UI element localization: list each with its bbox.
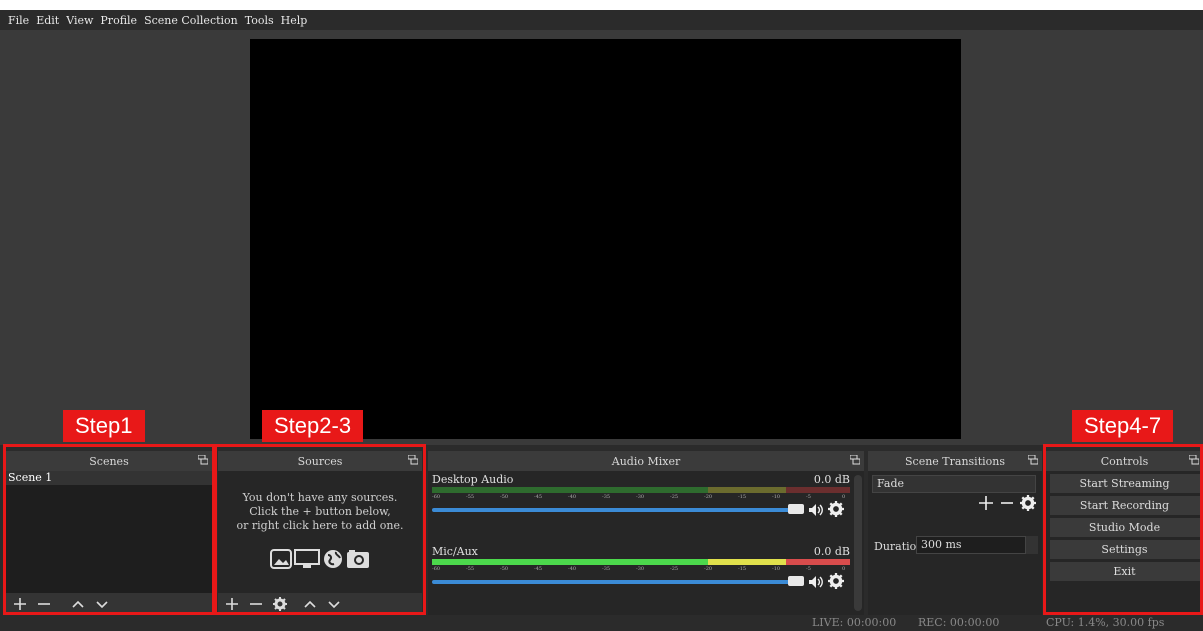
mixer-scrollbar[interactable] bbox=[854, 475, 862, 611]
scale-tick: -10 bbox=[772, 494, 781, 500]
menu-profile[interactable]: Profile bbox=[100, 14, 137, 27]
scale-tick: -15 bbox=[738, 566, 747, 572]
scale-tick: -35 bbox=[602, 566, 611, 572]
transitions-title: Scene Transitions bbox=[868, 451, 1042, 471]
channel-name: Mic/Aux bbox=[432, 545, 478, 558]
undock-icon[interactable] bbox=[850, 455, 860, 465]
transitions-title-text: Scene Transitions bbox=[905, 454, 1005, 468]
scale-tick: -55 bbox=[466, 494, 475, 500]
gear-icon[interactable] bbox=[828, 501, 844, 517]
volume-meter bbox=[432, 487, 850, 493]
scale-tick: -30 bbox=[636, 566, 645, 572]
menu-file[interactable]: File bbox=[8, 14, 29, 27]
channel-name: Desktop Audio bbox=[432, 473, 514, 486]
undock-icon[interactable] bbox=[1028, 455, 1038, 465]
scale-tick: -50 bbox=[500, 566, 509, 572]
meter-scale: -60 -55 -50 -45 -40 -35 -30 -25 -20 -15 … bbox=[432, 566, 850, 574]
mixer-body: Desktop Audio 0.0 dB -60 -55 -50 -45 -40… bbox=[428, 471, 864, 615]
volume-fader-handle[interactable] bbox=[788, 504, 804, 514]
menu-edit[interactable]: Edit bbox=[36, 14, 59, 27]
scale-tick: -5 bbox=[806, 494, 811, 500]
scale-tick: -20 bbox=[704, 566, 713, 572]
mixer-title-text: Audio Mixer bbox=[611, 454, 681, 468]
preview-area bbox=[0, 30, 1203, 445]
scale-tick: -50 bbox=[500, 494, 509, 500]
gear-icon[interactable] bbox=[828, 573, 844, 589]
audio-mixer-dock: Audio Mixer Desktop Audio 0.0 dB -60 -55… bbox=[428, 451, 864, 615]
step4-highlight bbox=[1043, 444, 1203, 615]
step2-highlight bbox=[214, 444, 426, 615]
step1-label: Step1 bbox=[63, 410, 145, 442]
rec-status: REC: 00:00:00 bbox=[918, 616, 1000, 629]
scale-tick: -60 bbox=[432, 566, 441, 572]
menu-scene-collection[interactable]: Scene Collection bbox=[144, 14, 238, 27]
menu-bar: File Edit View Profile Scene Collection … bbox=[0, 10, 1203, 30]
duration-spinner[interactable] bbox=[1026, 536, 1038, 554]
channel-db: 0.0 dB bbox=[813, 473, 850, 486]
scale-tick: -25 bbox=[670, 494, 679, 500]
volume-fader-handle[interactable] bbox=[788, 576, 804, 586]
scale-tick: -5 bbox=[806, 566, 811, 572]
scale-tick: -40 bbox=[568, 566, 577, 572]
remove-icon[interactable] bbox=[1000, 495, 1014, 511]
volume-fader-track[interactable] bbox=[432, 580, 792, 584]
scale-tick: -40 bbox=[568, 494, 577, 500]
volume-meter bbox=[432, 559, 850, 565]
scale-tick: 0 bbox=[842, 494, 846, 500]
scale-tick: -30 bbox=[636, 494, 645, 500]
scale-tick: -10 bbox=[772, 566, 781, 572]
mixer-channel-desktop: Desktop Audio 0.0 dB -60 -55 -50 -45 -40… bbox=[432, 473, 852, 533]
step2-label: Step2-3 bbox=[262, 410, 364, 442]
transition-actions bbox=[978, 495, 1036, 511]
status-bar: LIVE: 00:00:00 REC: 00:00:00 CPU: 1.4%, … bbox=[0, 616, 1203, 631]
scale-tick: 0 bbox=[842, 566, 846, 572]
scale-tick: -45 bbox=[534, 494, 543, 500]
scale-tick: -55 bbox=[466, 566, 475, 572]
menu-tools[interactable]: Tools bbox=[245, 14, 274, 27]
meter-scale: -60 -55 -50 -45 -40 -35 -30 -25 -20 -15 … bbox=[432, 494, 850, 502]
scale-tick: -45 bbox=[534, 566, 543, 572]
transitions-body: Fade Duration 300 ms bbox=[868, 471, 1042, 615]
step4-label: Step4-7 bbox=[1072, 410, 1174, 442]
add-icon[interactable] bbox=[978, 495, 994, 511]
scale-tick: -20 bbox=[704, 494, 713, 500]
live-status: LIVE: 00:00:00 bbox=[812, 616, 897, 629]
step1-highlight bbox=[3, 444, 215, 615]
mixer-channel-mic: Mic/Aux 0.0 dB -60 -55 -50 -45 -40 -35 -… bbox=[432, 545, 852, 605]
speaker-icon[interactable] bbox=[808, 575, 824, 589]
speaker-icon[interactable] bbox=[808, 503, 824, 517]
gear-icon[interactable] bbox=[1020, 495, 1036, 511]
menu-help[interactable]: Help bbox=[281, 14, 308, 27]
scale-tick: -15 bbox=[738, 494, 747, 500]
preview-canvas[interactable] bbox=[250, 39, 961, 439]
scene-transitions-dock: Scene Transitions Fade Duration 300 ms bbox=[868, 451, 1042, 615]
scale-tick: -25 bbox=[670, 566, 679, 572]
menu-view[interactable]: View bbox=[66, 14, 93, 27]
scale-tick: -35 bbox=[602, 494, 611, 500]
channel-db: 0.0 dB bbox=[813, 545, 850, 558]
transition-select[interactable]: Fade bbox=[872, 475, 1036, 493]
duration-input[interactable]: 300 ms bbox=[916, 536, 1026, 554]
mixer-title: Audio Mixer bbox=[428, 451, 864, 471]
cpu-status: CPU: 1.4%, 30.00 fps bbox=[1046, 616, 1165, 629]
scale-tick: -60 bbox=[432, 494, 441, 500]
volume-fader-track[interactable] bbox=[432, 508, 792, 512]
